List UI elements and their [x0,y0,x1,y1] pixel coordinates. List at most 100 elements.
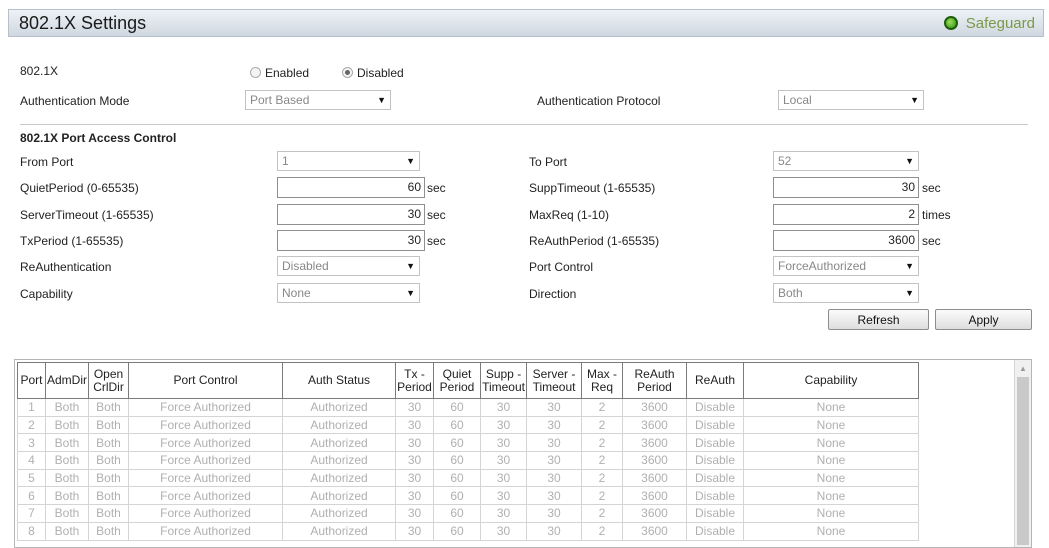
table-cell: Disable [686,486,745,506]
table-cell: 30 [480,486,528,506]
column-header-text: ReAuth [695,373,736,387]
scroll-up-arrow-icon[interactable]: ▲ [1019,364,1027,373]
table-cell: 2 [581,468,624,488]
column-header: Tx - Period [395,362,435,399]
refresh-button[interactable]: Refresh [828,309,929,330]
column-header-text: AdmDir [47,373,88,387]
dropdown-arrow-icon: ▼ [905,261,914,271]
table-cell: Disable [686,451,745,470]
from-port-select[interactable]: 1 ▼ [277,151,420,171]
table-cell: 30 [480,468,528,488]
table-body: 1 Both Both Force Authorized Authorized 30 60 3… [17,398,920,541]
table-cell: Force Authorized [128,433,284,453]
dropdown-arrow-icon: ▼ [406,288,415,298]
apply-button[interactable]: Apply [935,309,1032,330]
table-cell: 3600 [622,451,688,470]
port-control-select[interactable]: ForceAuthorized ▼ [773,256,919,276]
table-cell: 6 [17,486,46,506]
table-cell: None [743,504,920,523]
column-header: Supp - Timeout [480,362,528,399]
table-cell: 30 [480,415,528,435]
table-header-row: Port AdmDir Open CrlDir Port Control Auth Sta… [17,362,920,399]
table-cell: Both [44,468,90,488]
table-cell: 30 [480,521,528,541]
column-header-text: Supp - [485,366,522,381]
column-header-text: Port [20,373,43,387]
table-cell: 30 [480,451,528,470]
table-cell: 60 [433,521,482,541]
table-scrollbar[interactable]: ▲ [1014,360,1031,547]
column-header-text: ReAuth [634,366,675,381]
maxreq-unit: times [922,208,951,222]
column-header: Server - Timeout [526,362,583,399]
table-cell: 30 [526,398,583,417]
disabled-radio[interactable] [342,67,353,78]
enabled-radio[interactable] [250,67,261,78]
column-header-text: Open [93,366,124,381]
column-header-text: Server - [532,366,576,381]
table-cell: 30 [526,468,583,488]
column-header: ReAuth [686,362,745,399]
table-cell: Authorized [282,433,397,453]
table-row: 3 Both Both Force Authorized Authorized 30 60 3… [17,433,920,453]
table-cell: 30 [526,451,583,470]
dropdown-arrow-icon: ▼ [910,95,919,105]
table-cell: Both [88,504,130,523]
table-cell: Force Authorized [128,415,284,435]
table-cell: 8 [17,521,46,541]
column-header-text: CrlDir [93,379,124,394]
table-cell: None [743,398,920,417]
table-cell: Force Authorized [128,521,284,541]
scroll-thumb[interactable] [1017,377,1029,545]
auth-protocol-select[interactable]: Local ▼ [778,90,924,110]
dropdown-arrow-icon: ▼ [377,95,386,105]
direction-select[interactable]: Both ▼ [773,283,919,303]
column-header-text: Timeout [532,379,576,394]
column-header-text: Period [397,379,432,394]
dot1x-enabled-option[interactable]: Enabled [250,66,309,80]
auth-mode-select[interactable]: Port Based ▼ [245,90,391,110]
table-cell: Both [88,433,130,453]
table-cell: Authorized [282,451,397,470]
table-cell: 30 [395,521,435,541]
server-unit: sec [427,208,446,222]
dot1x-disabled-option[interactable]: Disabled [342,66,404,80]
table-cell: Authorized [282,468,397,488]
table-cell: Both [44,486,90,506]
reauthentication-select[interactable]: Disabled ▼ [277,256,420,276]
reauth-period-input[interactable]: 3600 [773,230,919,251]
table-cell: Both [88,398,130,417]
to-port-label: To Port [529,155,568,169]
table-cell: Both [44,415,90,435]
reauth-period-label: ReAuthPeriod (1-65535) [529,234,660,248]
server-timeout-input[interactable]: 30 [277,204,425,225]
table-cell: None [743,468,920,488]
supp-timeout-label: SuppTimeout (1-65535) [529,181,656,195]
tx-unit: sec [427,234,446,248]
column-header: Auth Status [282,362,397,399]
divider [20,124,1028,125]
quiet-period-label: QuietPeriod (0-65535) [20,181,139,195]
column-header-text: Tx - [404,366,425,381]
table-cell: Disable [686,468,745,488]
maxreq-input[interactable]: 2 [773,204,919,225]
table-cell: Both [88,451,130,470]
table-cell: Disable [686,521,745,541]
table-cell: 30 [526,504,583,523]
supp-unit: sec [922,181,941,195]
capability-select[interactable]: None ▼ [277,283,420,303]
supp-timeout-input[interactable]: 30 [773,177,919,198]
tx-period-input[interactable]: 30 [277,230,425,251]
table-cell: 2 [581,451,624,470]
quiet-period-input[interactable]: 60 [277,177,425,198]
table-row: 7 Both Both Force Authorized Authorized 30 60 3… [17,504,920,523]
to-port-select[interactable]: 52 ▼ [773,151,919,171]
table-cell: Both [88,486,130,506]
table-cell: 2 [581,433,624,453]
table-cell: None [743,451,920,470]
column-header-text: Period [637,379,672,394]
table-cell: 3600 [622,521,688,541]
port-control-label: Port Control [529,260,594,274]
safeguard-status-icon [943,16,958,30]
table-cell: 30 [395,415,435,435]
